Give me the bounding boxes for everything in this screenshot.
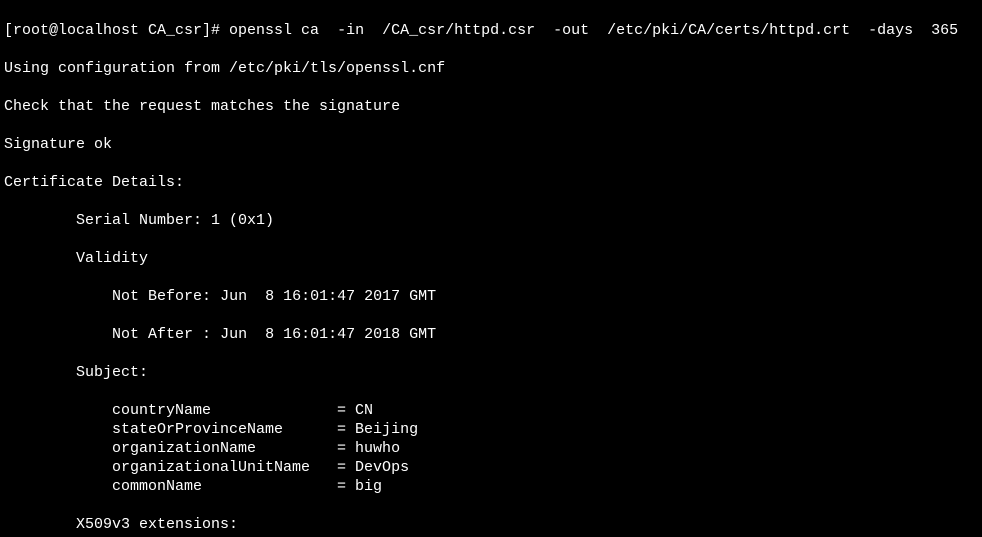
subject-row: organizationalUnitName = DevOps <box>4 458 978 477</box>
subject-row: countryName = CN <box>4 401 978 420</box>
output-sig-ok: Signature ok <box>4 135 978 154</box>
serial-value: 1 (0x1) <box>211 212 274 229</box>
not-before-label: Not Before: <box>112 288 220 305</box>
subject-row: stateOrProvinceName = Beijing <box>4 420 978 439</box>
not-before-value: Jun 8 16:01:47 2017 GMT <box>220 288 436 305</box>
output-check: Check that the request matches the signa… <box>4 97 978 116</box>
terminal[interactable]: [root@localhost CA_csr]# openssl ca -in … <box>0 0 982 537</box>
not-before-line: Not Before: Jun 8 16:01:47 2017 GMT <box>4 287 978 306</box>
not-after-value: Jun 8 16:01:47 2018 GMT <box>220 326 436 343</box>
command-line: [root@localhost CA_csr]# openssl ca -in … <box>4 21 978 40</box>
command-text: openssl ca -in /CA_csr/httpd.csr -out /e… <box>229 22 958 39</box>
validity-header: Validity <box>4 249 978 268</box>
subject-row: commonName = big <box>4 477 978 496</box>
serial-label: Serial Number: <box>76 212 211 229</box>
extensions-header: X509v3 extensions: <box>4 515 978 534</box>
serial-line: Serial Number: 1 (0x1) <box>4 211 978 230</box>
shell-prompt: [root@localhost CA_csr]# <box>4 22 229 39</box>
subject-header: Subject: <box>4 363 978 382</box>
subject-row: organizationName = huwho <box>4 439 978 458</box>
cert-details-header: Certificate Details: <box>4 173 978 192</box>
not-after-line: Not After : Jun 8 16:01:47 2018 GMT <box>4 325 978 344</box>
output-config: Using configuration from /etc/pki/tls/op… <box>4 59 978 78</box>
not-after-label: Not After : <box>112 326 220 343</box>
